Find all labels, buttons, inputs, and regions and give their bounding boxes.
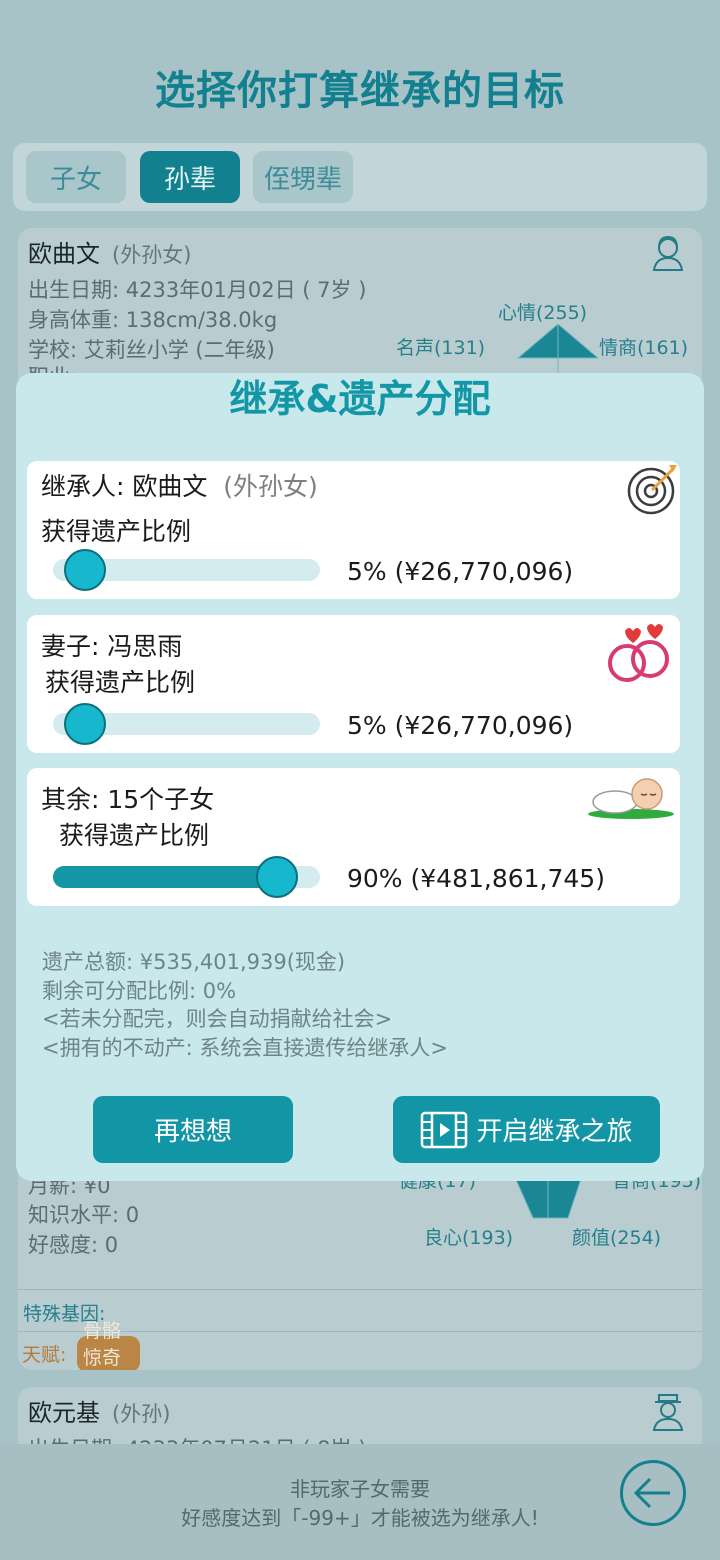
candidate-name: 欧曲文 (外孙女)	[28, 240, 192, 268]
start-inheritance-label: 开启继承之旅	[476, 1117, 633, 1147]
radar-mood: 心情(255)	[498, 302, 588, 324]
others-allocation: 其余: 15个子女 获得遗产比例 90% (¥481,861,745)	[27, 768, 680, 906]
spouse-ratio-label: 获得遗产比例	[45, 668, 196, 697]
height-weight: 身高体重: 138cm/38.0kg	[28, 308, 278, 332]
birth-date: 出生日期: 4233年01月02日 ( 7岁 )	[28, 278, 367, 302]
candidate-name: 欧元基 (外孙)	[28, 1399, 171, 1427]
tab-bar: 子女 孙辈 侄甥辈	[13, 143, 707, 211]
spouse-allocation: 妻子: 冯思雨 获得遗产比例 5% (¥26,770,096)	[27, 615, 680, 753]
remaining-ratio: 剩余可分配比例: 0%	[42, 979, 237, 1003]
start-inheritance-button[interactable]: 开启继承之旅	[393, 1096, 660, 1163]
radar-looks: 颜值(254)	[572, 1227, 662, 1249]
tab-grandchildren[interactable]: 孙辈	[140, 151, 240, 203]
school: 学校: 艾莉丝小学 (二年级)	[28, 338, 275, 362]
back-button[interactable]	[620, 1460, 686, 1526]
cancel-button[interactable]: 再想想	[93, 1096, 293, 1163]
spouse-slider-knob[interactable]	[64, 703, 107, 745]
heir-slider-knob[interactable]	[64, 549, 107, 591]
donation-note: <若未分配完，则会自动捐献给社会>	[42, 1007, 393, 1031]
knowledge-level: 知识水平: 0	[28, 1203, 140, 1227]
favorability: 好感度: 0	[28, 1233, 119, 1257]
spouse-amount: 5% (¥26,770,096)	[347, 711, 574, 740]
target-icon	[627, 465, 677, 515]
estate-total: 遗产总额: ¥535,401,939(现金)	[42, 950, 346, 974]
girl-avatar-icon	[652, 235, 684, 271]
radar-conscience: 良心(193)	[424, 1227, 514, 1249]
arrow-left-icon	[633, 1477, 670, 1509]
heir-ratio-label: 获得遗产比例	[41, 517, 192, 546]
boy-avatar-icon	[652, 1394, 684, 1431]
candidate-card-2[interactable]: 欧元基(外孙) 出生日期: 4233年07月21日 ( 8岁 )	[18, 1387, 702, 1445]
others-ratio-label: 获得遗产比例	[59, 821, 210, 850]
others-slider-fill	[53, 866, 287, 888]
others-label: 其余: 15个子女	[41, 785, 215, 814]
rings-icon	[608, 624, 669, 682]
heir-amount: 5% (¥26,770,096)	[347, 557, 574, 586]
real-estate-note: <拥有的不动产: 系统会直接遗传给继承人>	[42, 1036, 448, 1060]
modal-title: 继承&遗产分配	[229, 377, 491, 421]
talent-badge: 骨骼惊奇Lv.21	[77, 1320, 140, 1370]
tab-nephews[interactable]: 侄甥辈	[253, 151, 353, 203]
spouse-slider[interactable]	[53, 703, 320, 745]
others-slider[interactable]	[53, 856, 320, 898]
talent-row: 天赋: 骨骼惊奇Lv.21	[22, 1320, 140, 1370]
heir-label: 继承人: 欧曲文 (外孙女)	[41, 472, 318, 501]
tab-children[interactable]: 子女	[26, 151, 126, 203]
radar-eq: 情商(161)	[599, 337, 689, 359]
page-title: 选择你打算继承的目标	[155, 68, 565, 114]
others-slider-knob[interactable]	[255, 856, 298, 898]
footer-line-1: 非玩家子女需要	[290, 1477, 430, 1501]
divider	[18, 1289, 702, 1290]
sleeping-baby-icon	[588, 778, 674, 819]
heir-allocation: 继承人: 欧曲文 (外孙女) 获得遗产比例 5% (¥26,770,096)	[27, 461, 680, 599]
heir-slider[interactable]	[53, 549, 320, 591]
footer: 非玩家子女需要 好感度达到「-99+」才能被选为继承人!	[0, 1444, 720, 1560]
spouse-label: 妻子: 冯思雨	[41, 632, 183, 661]
others-amount: 90% (¥481,861,745)	[347, 864, 605, 893]
film-icon	[421, 1111, 468, 1148]
inheritance-modal: 继承&遗产分配 继承人: 欧曲文 (外孙女) 获得遗产比例 5% (¥26,77…	[16, 373, 704, 1181]
radar-fame: 名声(131)	[396, 337, 486, 359]
talent-label: 天赋:	[22, 1344, 67, 1366]
footer-line-2: 好感度达到「-99+」才能被选为继承人!	[181, 1506, 539, 1530]
